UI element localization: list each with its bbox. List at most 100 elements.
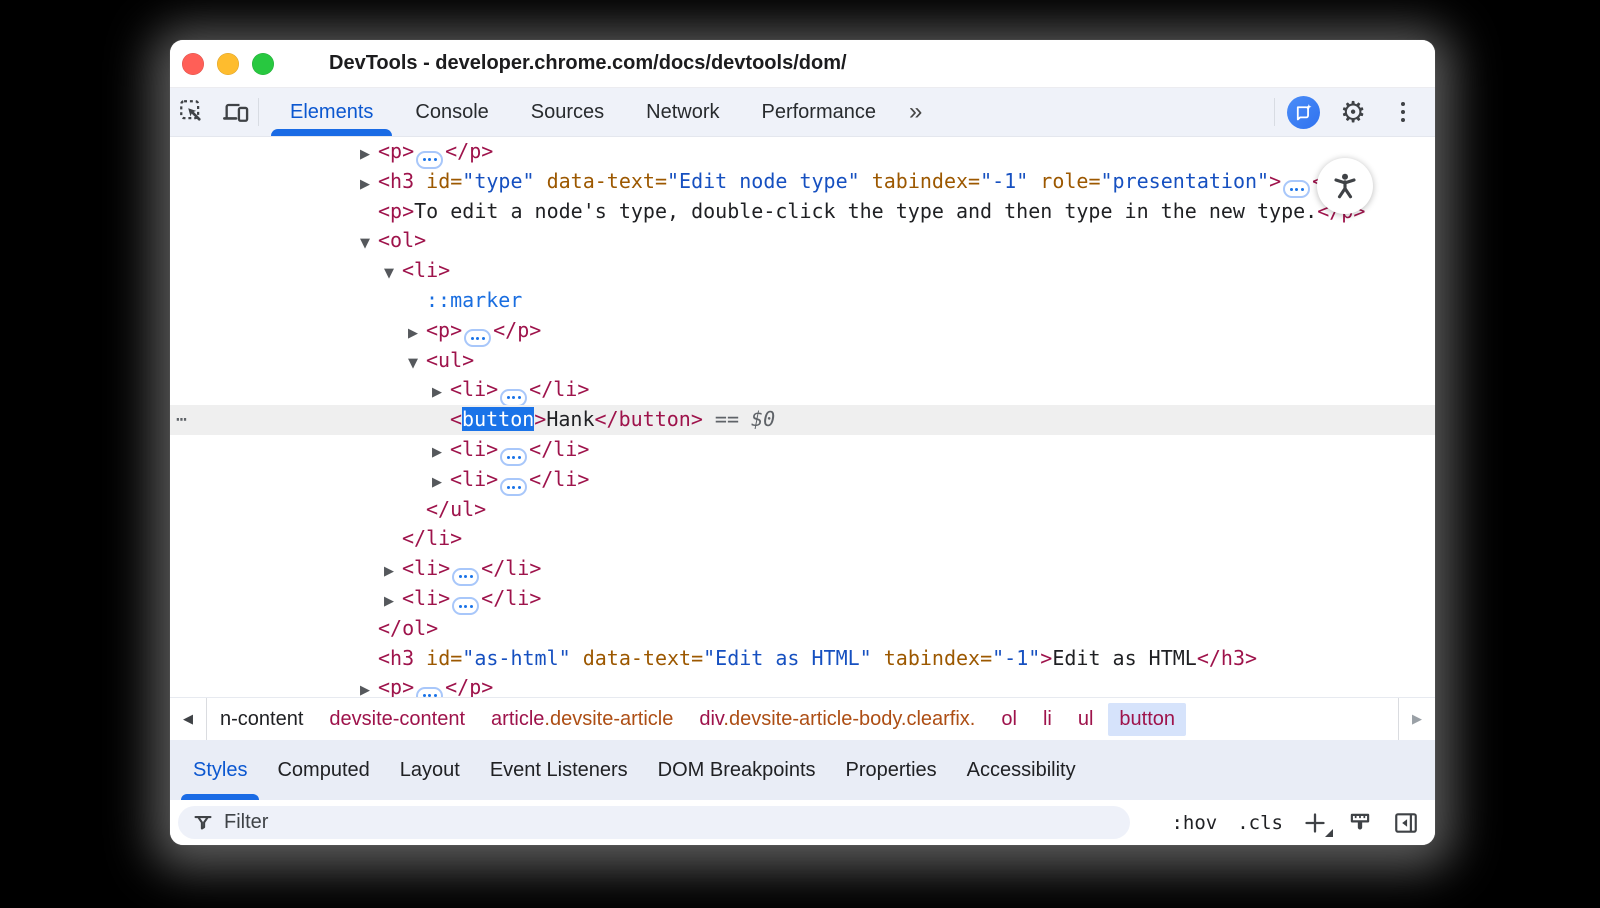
collapse-arrow-icon[interactable]: ▼	[384, 259, 402, 289]
dom-tree-row[interactable]: <p>To edit a node's type, double-click t…	[170, 197, 1435, 227]
ellipsis-expand-icon[interactable]	[452, 568, 479, 586]
ellipsis-expand-icon[interactable]	[416, 687, 443, 697]
more-tabs-chevron-icon[interactable]: »	[897, 88, 932, 136]
dom-tree-row[interactable]: ▶<p></p>	[170, 137, 1435, 167]
breadcrumb-item-li[interactable]: li	[1043, 708, 1052, 731]
dom-tree-row[interactable]: ::marker	[170, 286, 1435, 316]
tab-sources[interactable]: Sources	[510, 88, 625, 136]
sidebar-tab-styles[interactable]: Styles	[178, 740, 262, 800]
breadcrumb-item-devsite-content[interactable]: devsite-content	[329, 708, 465, 731]
devtools-toolbar: ElementsConsoleSourcesNetworkPerformance…	[170, 88, 1435, 137]
ai-assistance-icon[interactable]	[1281, 96, 1325, 129]
breadcrumb-item-article[interactable]: article.devsite-article	[491, 708, 673, 731]
sidebar-tab-event-listeners[interactable]: Event Listeners	[475, 740, 643, 800]
dom-token-attr: role=	[1028, 169, 1100, 193]
expand-arrow-icon[interactable]: ▶	[360, 676, 378, 697]
expand-arrow-icon[interactable]: ▶	[384, 557, 402, 587]
collapse-arrow-icon[interactable]: ▼	[360, 229, 378, 259]
ellipsis-expand-icon[interactable]	[500, 478, 527, 496]
ellipsis-expand-icon[interactable]	[1283, 180, 1310, 198]
element-classes-button[interactable]: .cls	[1237, 812, 1283, 834]
window-title: DevTools - developer.chrome.com/docs/dev…	[329, 52, 847, 75]
breadcrumb-scroll-left-button[interactable]: ◀	[170, 698, 207, 740]
dom-token-txt: Edit as HTML	[1052, 646, 1197, 670]
dom-tree-row[interactable]: <h3 id="as-html" data-text="Edit as HTML…	[170, 644, 1435, 674]
rendering-brush-icon[interactable]	[1347, 810, 1373, 836]
more-options-kebab-icon[interactable]	[1381, 96, 1425, 129]
dom-tree-row[interactable]: ▼<li>	[170, 256, 1435, 286]
sidebar-tab-layout[interactable]: Layout	[385, 740, 475, 800]
breadcrumb-scroll-right-button[interactable]: ▶	[1398, 698, 1435, 740]
settings-gear-icon[interactable]: ⚙	[1331, 98, 1375, 127]
dom-token-tag: <li>	[450, 377, 498, 401]
dom-token-tag: <li>	[402, 586, 450, 610]
expand-arrow-icon[interactable]: ▶	[360, 170, 378, 200]
dom-token-tag: >	[1269, 169, 1281, 193]
tab-elements[interactable]: Elements	[269, 88, 394, 136]
row-options-dots-icon[interactable]: ⋯	[176, 405, 188, 435]
dom-token-tag: </ol>	[378, 616, 438, 640]
breadcrumb-part-tag: li	[1043, 708, 1052, 730]
dom-tree-row[interactable]: ▶<li></li>	[170, 435, 1435, 465]
breadcrumb-part-tag: devsite-content	[329, 708, 465, 730]
new-style-rule-plus-icon[interactable]	[1303, 811, 1327, 835]
dom-token-tag: >	[1040, 646, 1052, 670]
sidebar-tab-accessibility[interactable]: Accessibility	[952, 740, 1091, 800]
dom-tree-row[interactable]: ▶<li></li>	[170, 465, 1435, 495]
breadcrumb-item-ol[interactable]: ol	[1001, 708, 1017, 731]
breadcrumb-item-n-content[interactable]: n-content	[220, 708, 303, 731]
breadcrumb-item-ul[interactable]: ul	[1078, 708, 1094, 731]
breadcrumb-item-button[interactable]: button	[1108, 703, 1186, 736]
dom-token-tag: <ul>	[426, 348, 474, 372]
ellipsis-expand-icon[interactable]	[416, 151, 443, 169]
panel-tabs: ElementsConsoleSourcesNetworkPerformance…	[269, 88, 932, 136]
dom-tree-row[interactable]: ▼<ol>	[170, 226, 1435, 256]
minimize-window-button[interactable]	[217, 53, 239, 75]
collapse-arrow-icon[interactable]: ▼	[408, 349, 426, 379]
expand-arrow-icon[interactable]: ▶	[432, 438, 450, 468]
expand-arrow-icon[interactable]: ▶	[384, 587, 402, 617]
expand-arrow-icon[interactable]: ▶	[432, 378, 450, 408]
close-window-button[interactable]	[182, 53, 204, 75]
zoom-window-button[interactable]	[252, 53, 274, 75]
sidebar-tab-dom-breakpoints[interactable]: DOM Breakpoints	[643, 740, 831, 800]
dom-tree-row[interactable]: ▶<li></li>	[170, 584, 1435, 614]
breadcrumb-item-div[interactable]: div.devsite-article-body.clearfix.	[699, 708, 975, 731]
filter-input[interactable]	[224, 811, 1084, 834]
expand-arrow-icon[interactable]: ▶	[432, 468, 450, 498]
tab-console[interactable]: Console	[394, 88, 509, 136]
dom-token-attr: tabindex=	[860, 169, 980, 193]
dom-tree-row[interactable]: </li>	[170, 524, 1435, 554]
device-toolbar-icon[interactable]	[214, 88, 258, 136]
expand-arrow-icon[interactable]: ▶	[408, 319, 426, 349]
dom-token-tag: <h3	[378, 646, 414, 670]
tab-network[interactable]: Network	[625, 88, 740, 136]
dom-token-tag: </li>	[529, 377, 589, 401]
dom-token-attr: id=	[414, 646, 462, 670]
dom-tree-row[interactable]: </ol>	[170, 614, 1435, 644]
toggle-sidebar-icon[interactable]	[1393, 810, 1419, 836]
ellipsis-expand-icon[interactable]	[464, 329, 491, 347]
dom-tree-row[interactable]: ▶<p></p>	[170, 673, 1435, 697]
dom-tree-row[interactable]: ▶<li></li>	[170, 554, 1435, 584]
dom-tree-row[interactable]: ▶<li> </li>	[170, 375, 1435, 405]
dom-tree-row[interactable]: </ul>	[170, 495, 1435, 525]
ellipsis-expand-icon[interactable]	[500, 389, 527, 407]
dom-tree-row-selected[interactable]: ⋯<button>Hank</button> == $0	[170, 405, 1435, 435]
sidebar-tab-computed[interactable]: Computed	[262, 740, 384, 800]
sidebar-tab-properties[interactable]: Properties	[831, 740, 952, 800]
dom-tree-row[interactable]: ▼<ul>	[170, 346, 1435, 376]
dom-tree-row[interactable]: ▶<h3 id="type" data-text="Edit node type…	[170, 167, 1435, 197]
style-filter-field[interactable]	[178, 806, 1130, 839]
dom-token-txt: Hank	[546, 407, 594, 431]
expand-arrow-icon[interactable]: ▶	[360, 140, 378, 170]
tab-performance[interactable]: Performance	[741, 88, 898, 136]
ellipsis-expand-icon[interactable]	[452, 597, 479, 615]
breadcrumb-part-class: .devsite-article	[544, 708, 673, 730]
title-bar: DevTools - developer.chrome.com/docs/dev…	[170, 40, 1435, 88]
inspect-icon[interactable]	[170, 88, 214, 136]
dom-tree-row[interactable]: ▶<p></p>	[170, 316, 1435, 346]
ellipsis-expand-icon[interactable]	[500, 448, 527, 466]
accessibility-person-icon[interactable]	[1317, 158, 1373, 214]
toggle-element-state-button[interactable]: :hov	[1171, 812, 1217, 834]
